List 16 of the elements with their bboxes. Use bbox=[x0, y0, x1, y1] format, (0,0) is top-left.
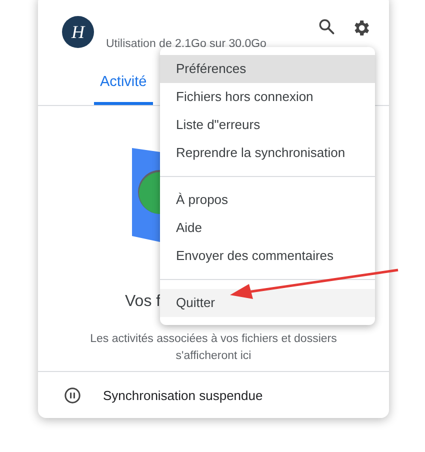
menu-item[interactable]: Envoyer des commentaires bbox=[160, 242, 375, 270]
empty-heading: Vos f bbox=[125, 293, 161, 311]
pause-icon[interactable] bbox=[64, 386, 81, 404]
sync-status: Synchronisation suspendue bbox=[103, 388, 263, 402]
menu-item[interactable]: À propos bbox=[160, 186, 375, 214]
menu-item[interactable]: Préférences bbox=[160, 55, 375, 83]
avatar[interactable]: H bbox=[62, 16, 94, 48]
empty-description: Les activités associées à vos fichiers et dossiers s'afficheront ici bbox=[89, 332, 338, 364]
menu-item[interactable]: Reprendre la synchronisation bbox=[160, 139, 375, 167]
search-icon[interactable] bbox=[318, 18, 335, 35]
activity-tab[interactable]: Activité bbox=[94, 74, 153, 105]
storage-usage: Utilisation de 2.1Go sur 30.0Go bbox=[106, 38, 268, 50]
menu-item[interactable]: Fichiers hors connexion bbox=[160, 83, 375, 111]
menu-item[interactable]: Liste d"erreurs bbox=[160, 111, 375, 139]
menu-item[interactable]: Quitter bbox=[160, 289, 375, 317]
menu-item[interactable]: Aide bbox=[160, 214, 375, 242]
